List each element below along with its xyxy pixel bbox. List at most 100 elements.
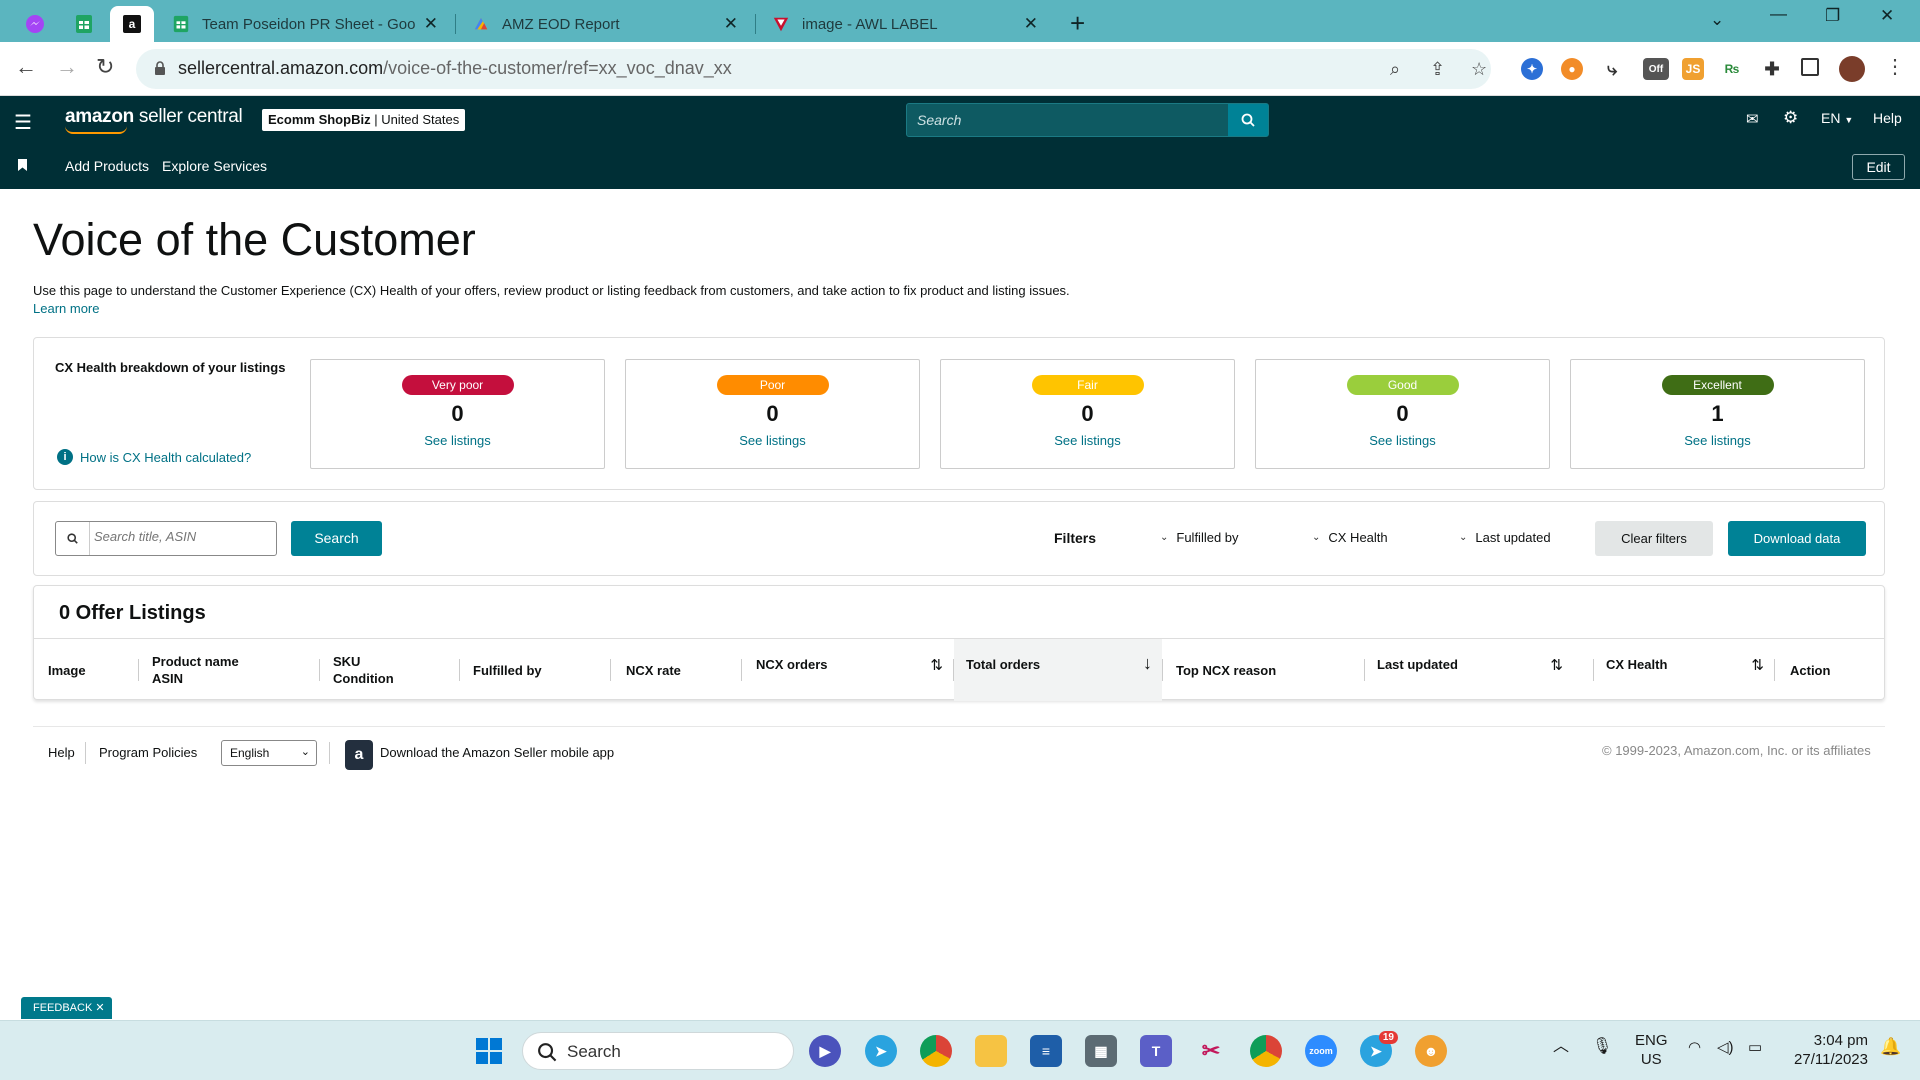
footer-program-policies-link[interactable]: Program Policies xyxy=(99,745,197,760)
minimize-icon[interactable]: — xyxy=(1770,4,1787,24)
profile-avatar[interactable] xyxy=(1839,56,1865,82)
close-window-icon[interactable]: ✕ xyxy=(1880,6,1894,26)
wifi-icon[interactable]: ◠ xyxy=(1688,1038,1701,1057)
calculator-icon[interactable]: ▦ xyxy=(1085,1035,1117,1067)
zoom-icon[interactable]: zoom xyxy=(1305,1035,1337,1067)
notification-bell-icon[interactable]: 🔔 xyxy=(1880,1037,1901,1056)
footer-help-link[interactable]: Help xyxy=(48,745,75,760)
download-app-link[interactable]: Download the Amazon Seller mobile app xyxy=(380,745,614,760)
messenger-pinned-tab[interactable] xyxy=(13,6,57,42)
nav-add-products[interactable]: Add Products xyxy=(65,158,149,174)
bookmark-star-icon[interactable]: ☆ xyxy=(1471,59,1487,80)
tab-awl-label[interactable]: image - AWL LABEL ✕ xyxy=(760,6,1050,42)
language-selector[interactable]: EN ▼ xyxy=(1821,110,1853,126)
chrome-profile-icon[interactable] xyxy=(920,1035,952,1067)
reload-icon[interactable]: ↻ xyxy=(96,54,114,80)
chrome-icon[interactable] xyxy=(1250,1035,1282,1067)
cx-health-help-link[interactable]: i How is CX Health calculated? xyxy=(57,449,251,465)
column-cx-health[interactable]: CX Health ⇅ xyxy=(1594,639,1774,701)
caret-down-icon: ▼ xyxy=(1844,115,1854,125)
see-listings-link[interactable]: See listings xyxy=(626,433,919,448)
extensions-puzzle-icon[interactable]: ✚ xyxy=(1761,58,1783,80)
close-tab-icon[interactable]: ✕ xyxy=(724,14,738,34)
filter-last-updated-dropdown[interactable]: ⌄ Last updated xyxy=(1459,530,1551,545)
tab-poseidon-sheet[interactable]: Team Poseidon PR Sheet - Goog ✕ xyxy=(160,6,450,42)
account-switcher[interactable]: Ecomm ShopBiz | United States xyxy=(262,109,466,131)
video-chat-icon[interactable]: ▶ xyxy=(809,1035,841,1067)
seller-central-logo[interactable]: amazon seller central xyxy=(65,106,243,134)
see-listings-link[interactable]: See listings xyxy=(1256,433,1549,448)
amazon-active-tab[interactable]: a xyxy=(110,6,154,42)
hamburger-menu-icon[interactable]: ☰ xyxy=(14,110,32,135)
extension-1-icon[interactable]: ✦ xyxy=(1521,58,1543,80)
mail-icon[interactable]: ✉ xyxy=(1746,110,1759,128)
sort-both-icon[interactable]: ⇅ xyxy=(1751,657,1764,674)
copyright-text: © 1999-2023, Amazon.com, Inc. or its aff… xyxy=(1602,743,1871,758)
forward-icon[interactable]: → xyxy=(56,54,78,80)
taskbar-search-box[interactable]: Search xyxy=(522,1032,794,1070)
browser-menu-icon[interactable]: ⋮ xyxy=(1885,54,1905,79)
extension-off-icon[interactable]: Off xyxy=(1643,58,1669,80)
snipping-tool-icon[interactable]: ✂ xyxy=(1195,1035,1227,1067)
filter-fulfilled-by-dropdown[interactable]: ⌄ Fulfilled by xyxy=(1160,530,1239,545)
column-last-updated[interactable]: Last updated ⇅ xyxy=(1365,639,1573,701)
global-search-input[interactable]: Search xyxy=(906,103,1269,137)
close-tab-icon[interactable]: ✕ xyxy=(1024,14,1038,34)
see-listings-link[interactable]: See listings xyxy=(1571,433,1864,448)
extension-js-icon[interactable]: JS xyxy=(1682,58,1704,80)
filter-cx-health-dropdown[interactable]: ⌄ CX Health xyxy=(1312,530,1388,545)
extension-3-icon[interactable]: ⤷ xyxy=(1601,58,1623,80)
volume-icon[interactable]: ◁) xyxy=(1717,1038,1734,1057)
help-link[interactable]: Help xyxy=(1873,110,1902,126)
telegram-icon[interactable]: ➤ xyxy=(865,1035,897,1067)
sort-both-icon[interactable]: ⇅ xyxy=(1550,657,1563,674)
language-indicator[interactable]: ENG US xyxy=(1635,1031,1668,1069)
global-search-button[interactable] xyxy=(1228,104,1268,136)
feedback-tab[interactable]: FEEDBACK ✕ xyxy=(21,997,112,1019)
address-bar[interactable]: sellercentral.amazon.com/voice-of-the-cu… xyxy=(136,49,1491,89)
restore-icon[interactable]: ❐ xyxy=(1825,6,1840,26)
dropdown-label: CX Health xyxy=(1328,530,1388,545)
column-ncx-orders[interactable]: NCX orders ⇅ xyxy=(745,639,953,701)
footer-language-select[interactable]: English ⌄ xyxy=(221,740,317,766)
bookmark-icon[interactable] xyxy=(18,159,27,171)
extension-rs-icon[interactable]: ₨ xyxy=(1721,58,1743,80)
see-listings-link[interactable]: See listings xyxy=(941,433,1234,448)
tab-search-chevron-icon[interactable]: ⌄ xyxy=(1710,10,1724,30)
sheets-pinned-tab[interactable] xyxy=(62,6,106,42)
clear-filters-button[interactable]: Clear filters xyxy=(1595,521,1713,556)
battery-icon[interactable]: ▭ xyxy=(1748,1038,1762,1057)
edit-nav-button[interactable]: Edit xyxy=(1852,154,1905,180)
clock[interactable]: 3:04 pm 27/11/2023 xyxy=(1788,1031,1868,1069)
settings-gear-icon[interactable]: ⚙ xyxy=(1783,108,1798,128)
close-tab-icon[interactable]: ✕ xyxy=(424,14,438,34)
zoom-icon[interactable]: ⌕ xyxy=(1390,59,1400,80)
listing-search-input[interactable] xyxy=(94,529,264,544)
listing-search-button[interactable]: Search xyxy=(291,521,382,556)
back-icon[interactable]: ← xyxy=(15,54,37,80)
notepad-icon[interactable]: ≡ xyxy=(1030,1035,1062,1067)
microphone-icon[interactable]: 🎙 xyxy=(1592,1037,1612,1056)
sidebar-panel-icon[interactable] xyxy=(1801,58,1819,76)
file-explorer-icon[interactable] xyxy=(975,1035,1007,1067)
tray-chevron-up-icon[interactable]: ︿ xyxy=(1553,1037,1569,1056)
amazon-app-icon[interactable]: a xyxy=(345,740,373,770)
see-listings-link[interactable]: See listings xyxy=(311,433,604,448)
tab-amz-eod-report[interactable]: AMZ EOD Report ✕ xyxy=(460,6,750,42)
windows-start-icon[interactable] xyxy=(473,1035,505,1067)
column-total-orders[interactable]: Total orders ↓ xyxy=(954,639,1162,701)
sort-both-icon[interactable]: ⇅ xyxy=(930,657,943,674)
sort-descending-icon[interactable]: ↓ xyxy=(1143,654,1152,672)
share-icon[interactable]: ⇪ xyxy=(1430,59,1445,80)
teams-icon[interactable]: T xyxy=(1140,1035,1172,1067)
learn-more-link[interactable]: Learn more xyxy=(33,301,99,316)
nav-explore-services[interactable]: Explore Services xyxy=(162,158,267,174)
column-label: Image xyxy=(48,662,86,678)
chevron-down-icon: ⌄ xyxy=(1312,532,1321,543)
new-tab-icon[interactable]: + xyxy=(1070,8,1085,39)
app-bee-icon[interactable]: ☻ xyxy=(1415,1035,1447,1067)
extension-2-icon[interactable]: ● xyxy=(1561,58,1583,80)
close-icon[interactable]: ✕ xyxy=(95,1002,104,1014)
download-data-button[interactable]: Download data xyxy=(1728,521,1866,556)
telegram-notify-icon[interactable]: ➤ 19 xyxy=(1360,1031,1398,1067)
